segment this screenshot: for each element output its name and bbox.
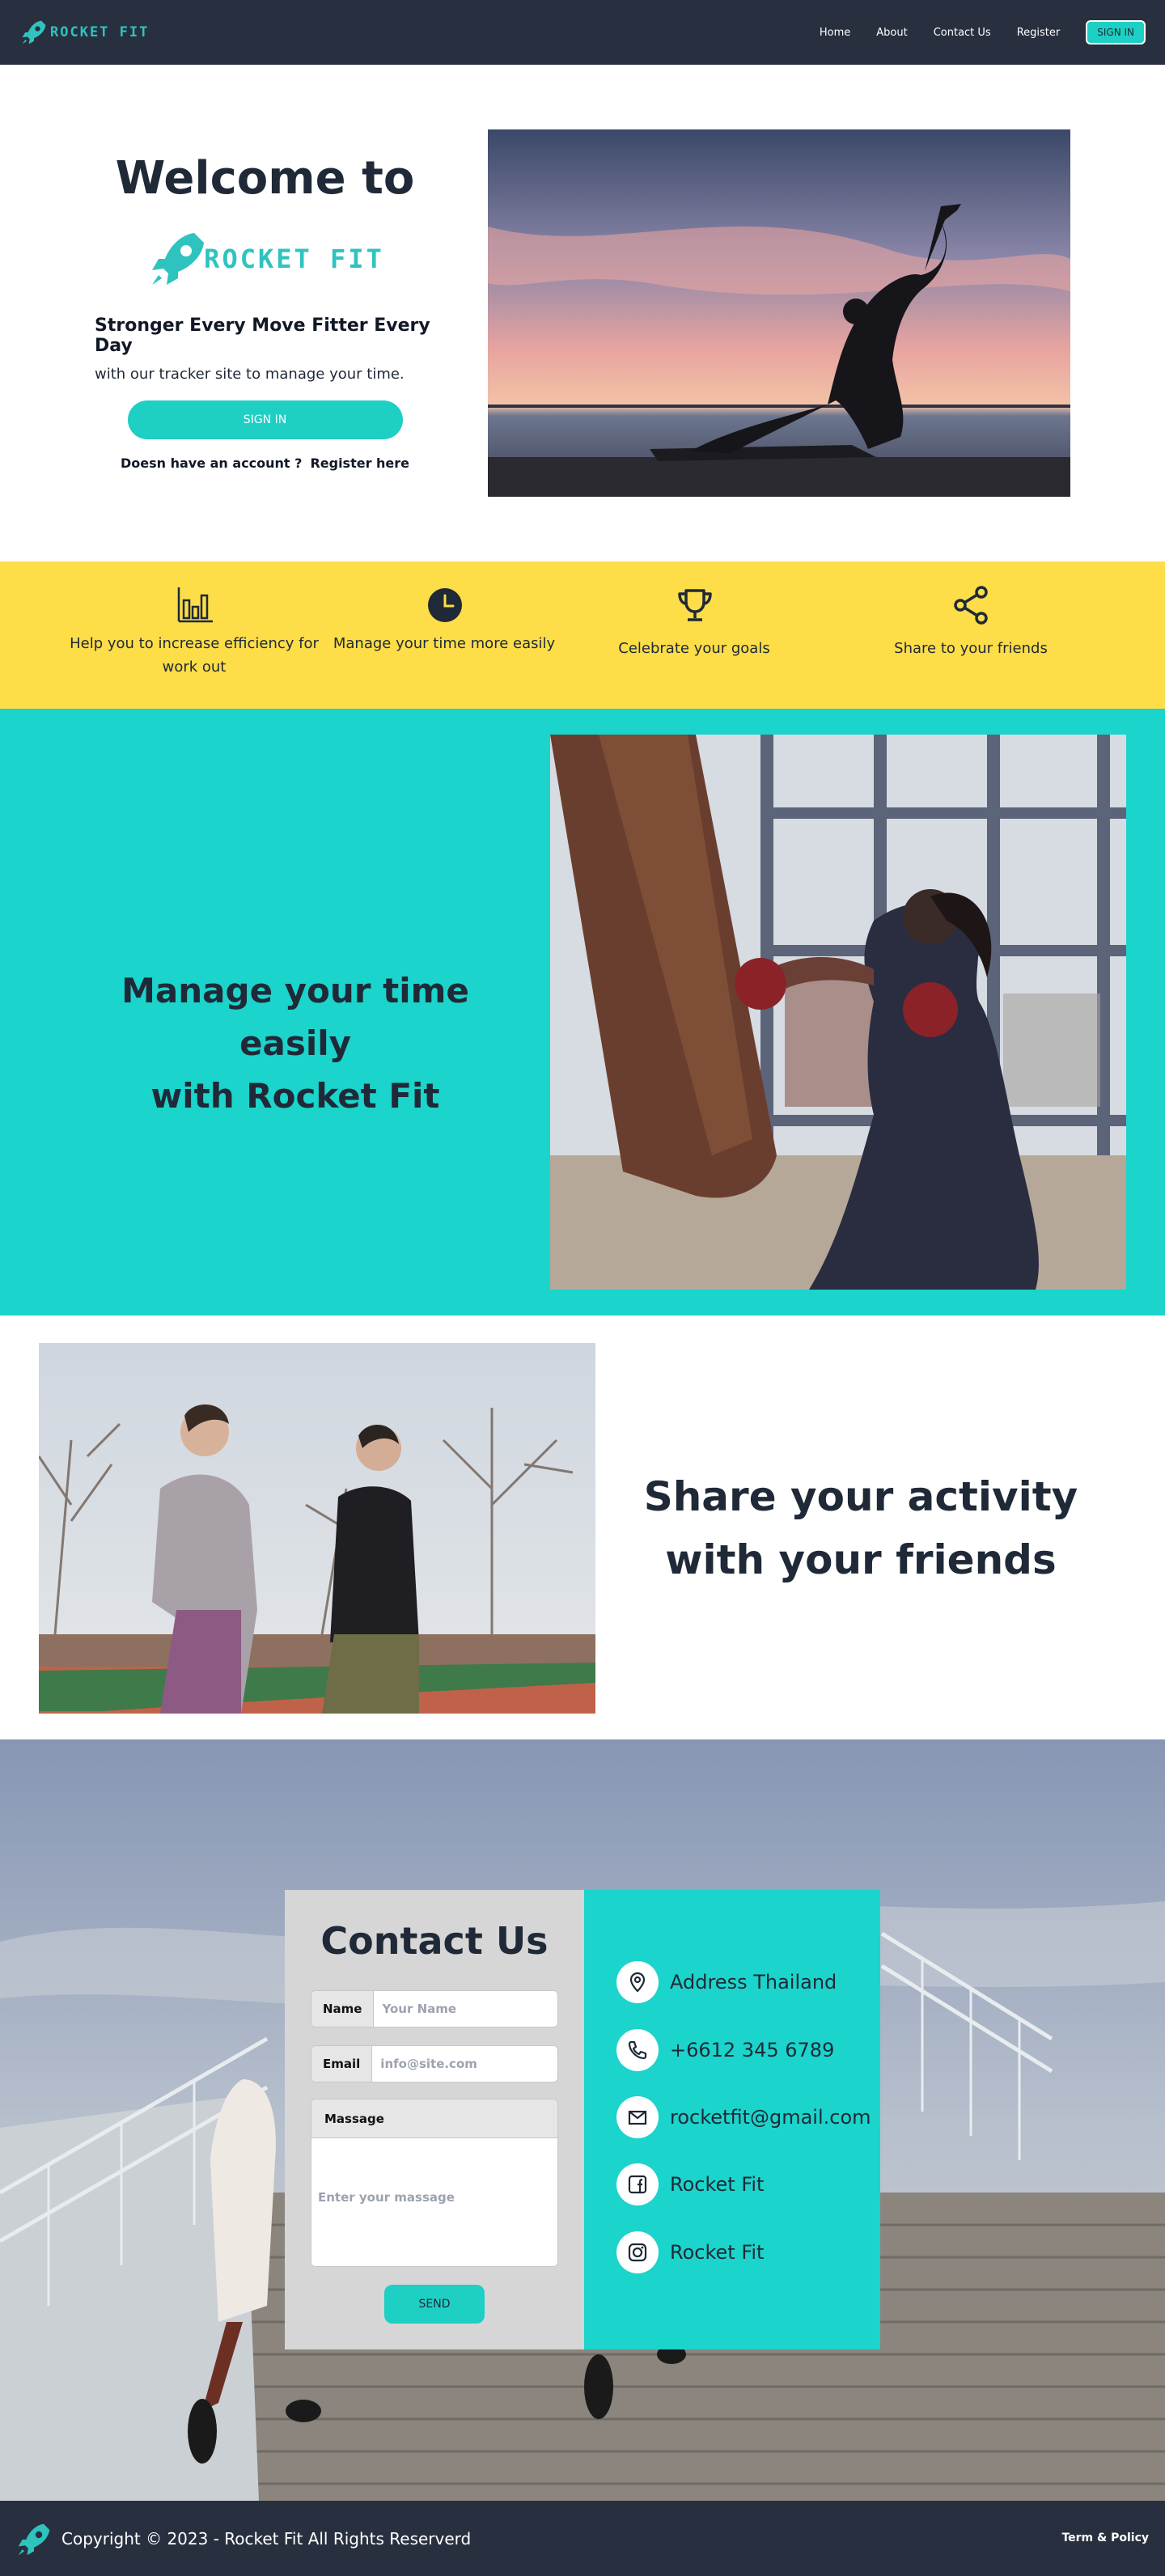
hero-content: Welcome to ROCKET FIT Stronger Every Mov… <box>81 154 449 471</box>
manage-section: Manage your time easily with Rocket Fit <box>0 709 1165 1316</box>
bar-chart-icon <box>177 587 213 623</box>
info-text: +6612 345 6789 <box>670 2039 835 2061</box>
nav-link-home[interactable]: Home <box>820 27 850 39</box>
feature-text: Help you to increase efficiency for work… <box>70 635 319 676</box>
share-title-line2: with your friends <box>665 1536 1057 1583</box>
info-email[interactable]: rocketfit@gmail.com <box>616 2096 871 2138</box>
contact-title: Contact Us <box>320 1919 549 1963</box>
manage-title-line2: with Rocket Fit <box>150 1076 440 1116</box>
mail-icon <box>616 2096 659 2138</box>
feature-efficiency: Help you to increase efficiency for work… <box>65 561 324 709</box>
clock-icon <box>428 588 462 622</box>
share-icon <box>954 586 988 625</box>
hero-register-line: Doesn have an account ? Register here <box>81 455 449 471</box>
boxing-workout-image <box>550 735 1126 1290</box>
rocket-icon <box>152 232 205 285</box>
message-label: Massage <box>311 2099 557 2138</box>
name-field: Name <box>311 1990 558 2027</box>
no-account-text: Doesn have an account ? <box>120 455 303 471</box>
manage-title-line1: Manage your time easily <box>121 971 469 1064</box>
footer: Copyright © 2023 - Rocket Fit All Rights… <box>0 2501 1165 2576</box>
features-band: Help you to increase efficiency for work… <box>0 561 1165 709</box>
location-pin-icon <box>616 1961 659 2003</box>
brand-logo[interactable]: ROCKET FIT <box>19 18 149 47</box>
rocket-icon <box>22 20 46 44</box>
nav-signin-button[interactable]: SIGN IN <box>1086 20 1146 44</box>
manage-title: Manage your time easily with Rocket Fit <box>65 964 526 1122</box>
contact-info-panel: Address Thailand +6612 345 6789 rocketfi… <box>584 1890 880 2349</box>
hero-subtitle: with our tracker site to manage your tim… <box>95 365 405 383</box>
nav-links: Home About Contact Us Register SIGN IN <box>820 18 1146 47</box>
send-button[interactable]: SEND <box>384 2285 485 2324</box>
feature-text: Share to your friends <box>894 640 1048 657</box>
brand-name: ROCKET FIT <box>50 24 150 40</box>
rocket-icon <box>18 2523 50 2556</box>
info-phone[interactable]: +6612 345 6789 <box>616 2029 834 2071</box>
facebook-icon <box>616 2163 659 2205</box>
hero-logo-text: ROCKET FIT <box>204 243 384 274</box>
hero-logo: ROCKET FIT <box>81 227 449 291</box>
name-input[interactable] <box>374 1991 557 2027</box>
share-title: Share your activity with your friends <box>631 1466 1091 1591</box>
email-field: Email <box>311 2045 558 2082</box>
hero-signin-button[interactable]: SIGN IN <box>127 400 403 439</box>
feature-share: Share to your friends <box>841 561 1100 709</box>
info-text: Rocket Fit <box>670 2173 765 2196</box>
info-text: rocketfit@gmail.com <box>670 2106 871 2129</box>
nav-link-register[interactable]: Register <box>1017 27 1061 39</box>
hero-tagline: Stronger Every Move Fitter Every Day <box>95 315 430 356</box>
contact-form: Contact Us Name Email Massage SEND <box>285 1890 584 2349</box>
share-title-line1: Share your activity <box>643 1473 1078 1520</box>
feature-goals: Celebrate your goals <box>565 561 824 709</box>
info-address: Address Thailand <box>616 1961 837 2003</box>
hero-title: Welcome to <box>115 152 415 205</box>
email-label: Email <box>311 2046 373 2082</box>
nav-link-about[interactable]: About <box>876 27 907 39</box>
info-text: Address Thailand <box>670 1971 837 1993</box>
message-field: Massage <box>311 2099 558 2267</box>
trophy-icon <box>678 589 712 621</box>
register-link[interactable]: Register here <box>310 455 409 471</box>
email-input[interactable] <box>372 2046 557 2082</box>
top-navbar: ROCKET FIT Home About Contact Us Registe… <box>0 0 1165 65</box>
feature-text: Celebrate your goals <box>618 640 770 657</box>
nav-link-contact[interactable]: Contact Us <box>934 27 991 39</box>
name-label: Name <box>311 1991 375 2027</box>
phone-icon <box>616 2029 659 2071</box>
copyright-text: Copyright © 2023 - Rocket Fit All Rights… <box>61 2529 472 2548</box>
friends-jogging-image <box>39 1343 595 1714</box>
info-facebook[interactable]: Rocket Fit <box>616 2163 764 2205</box>
message-input[interactable] <box>311 2138 557 2266</box>
instagram-icon <box>616 2231 659 2273</box>
feature-time: Manage your time more easily <box>315 561 574 709</box>
terms-link[interactable]: Term & Policy <box>1061 2532 1149 2544</box>
info-instagram[interactable]: Rocket Fit <box>616 2231 764 2273</box>
feature-text: Manage your time more easily <box>333 635 556 652</box>
yoga-sunset-image <box>488 129 1070 497</box>
info-text: Rocket Fit <box>670 2241 765 2264</box>
